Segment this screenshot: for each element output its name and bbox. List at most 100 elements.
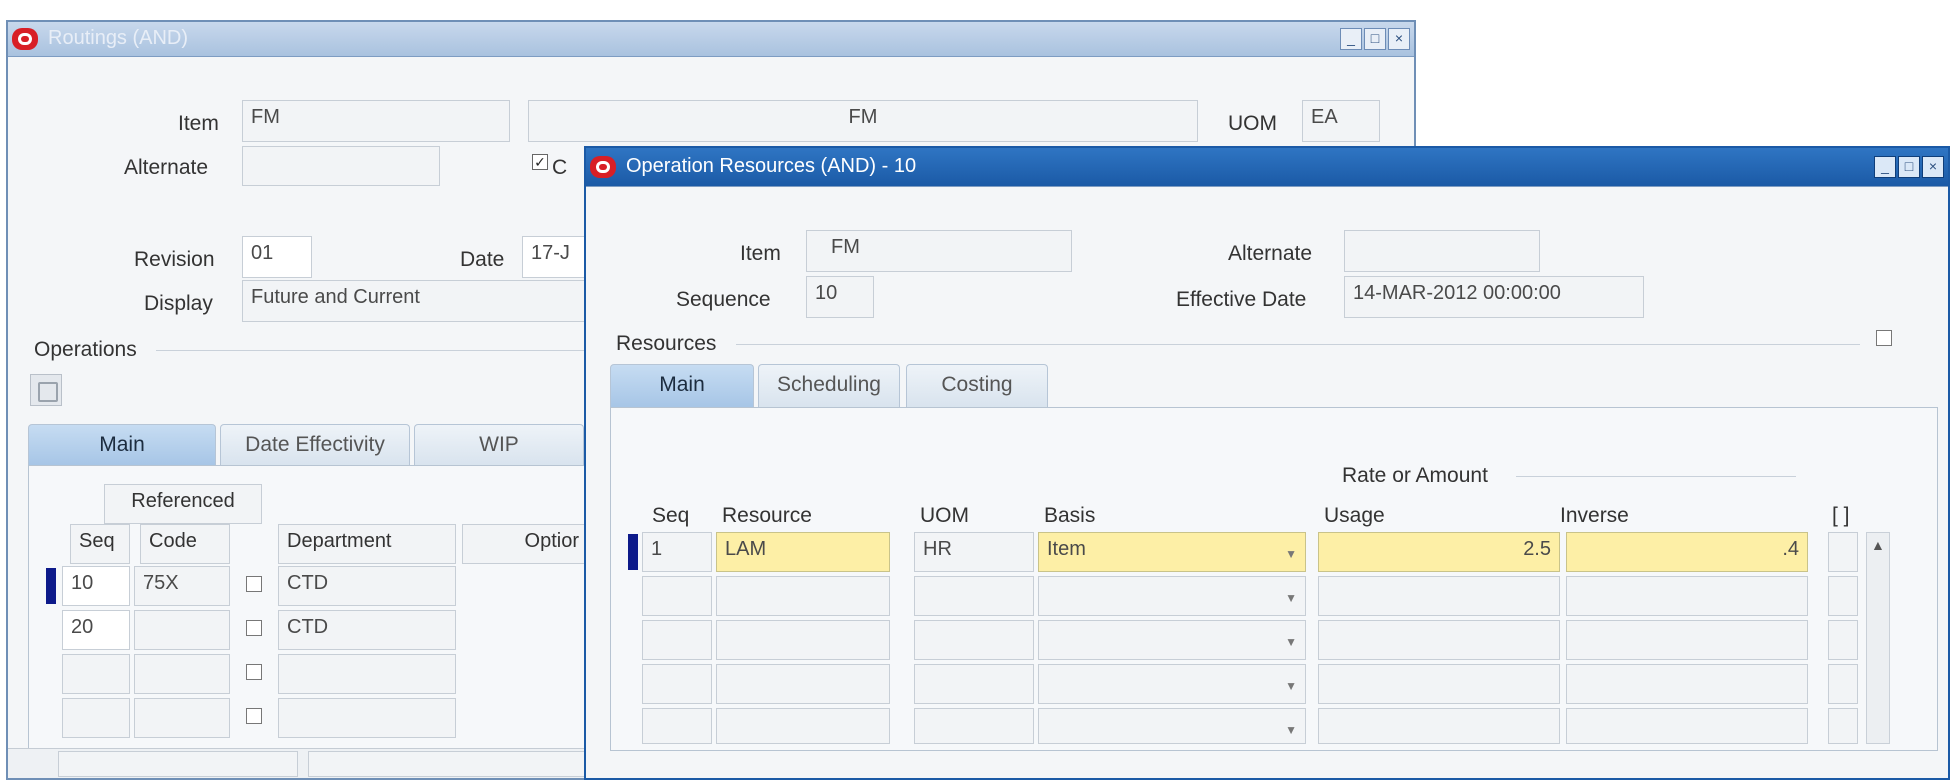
table-row-checkbox[interactable] [246, 576, 262, 592]
table-row-uom[interactable]: HR [914, 532, 1034, 572]
tab-scheduling[interactable]: Scheduling [758, 364, 900, 408]
tab-wip[interactable]: WIP [414, 424, 584, 466]
table-row-uom[interactable] [914, 576, 1034, 616]
table-row-usage[interactable] [1318, 620, 1560, 660]
table-row-basis[interactable]: ▼ [1038, 664, 1306, 704]
resources-label: Resources [616, 332, 717, 355]
table-row-seq[interactable]: 1 [642, 532, 712, 572]
table-row-basis[interactable]: ▼ [1038, 620, 1306, 660]
table-row-inverse[interactable] [1566, 708, 1808, 744]
display-field[interactable]: Future and Current [242, 280, 592, 322]
effective-date-field[interactable]: 14-MAR-2012 00:00:00 [1344, 276, 1644, 318]
col-inverse-header: Inverse [1560, 504, 1629, 527]
col-usage-header: Usage [1324, 504, 1385, 527]
table-row-checkbox[interactable] [246, 620, 262, 636]
tab-costing[interactable]: Costing [906, 364, 1048, 408]
folder-tool-button[interactable] [30, 374, 62, 406]
table-row-resource[interactable] [716, 620, 890, 660]
table-row-resource[interactable] [716, 664, 890, 704]
table-row-uom[interactable] [914, 620, 1034, 660]
table-row-usage[interactable] [1318, 708, 1560, 744]
table-row-extra[interactable] [1828, 576, 1858, 616]
revision-field[interactable]: 01 [242, 236, 312, 278]
col-extra-header: [ ] [1832, 504, 1850, 527]
table-row-checkbox[interactable] [246, 708, 262, 724]
sequence-field[interactable]: 10 [806, 276, 874, 318]
table-row-inverse[interactable] [1566, 620, 1808, 660]
table-row-usage[interactable]: 2.5 [1318, 532, 1560, 572]
table-row-code[interactable] [134, 610, 230, 650]
table-row-code[interactable] [134, 698, 230, 738]
operations-label: Operations [34, 338, 137, 361]
routings-titlebar[interactable]: Routings (AND) _ □ × [8, 22, 1414, 57]
table-row-basis[interactable]: Item ▼ [1038, 532, 1306, 572]
rate-separator [1516, 476, 1796, 477]
table-row-seq[interactable] [642, 620, 712, 660]
rate-or-amount-label: Rate or Amount [1342, 464, 1488, 487]
table-row-resource[interactable] [716, 708, 890, 744]
table-row-extra[interactable] [1828, 620, 1858, 660]
table-row-department[interactable] [278, 698, 456, 738]
front-item-field[interactable]: FM [806, 230, 1072, 272]
alternate-field[interactable] [242, 146, 440, 186]
vertical-scrollbar[interactable]: ▲ [1866, 532, 1890, 744]
table-row-usage[interactable] [1318, 576, 1560, 616]
table-row-uom[interactable] [914, 708, 1034, 744]
close-icon[interactable]: × [1388, 28, 1410, 50]
maximize-icon[interactable]: □ [1898, 156, 1920, 178]
chevron-down-icon[interactable]: ▼ [1285, 591, 1297, 605]
table-row-inverse[interactable] [1566, 576, 1808, 616]
table-row-seq[interactable] [642, 708, 712, 744]
table-row-department[interactable]: CTD [278, 610, 456, 650]
table-row-department[interactable] [278, 654, 456, 694]
date-field[interactable]: 17-J [522, 236, 592, 278]
table-row-seq[interactable] [642, 664, 712, 704]
common-label: C [552, 156, 568, 179]
uom-field[interactable]: EA [1302, 100, 1380, 142]
table-row-checkbox[interactable] [246, 664, 262, 680]
table-row-usage[interactable] [1318, 664, 1560, 704]
front-item-label: Item [740, 242, 781, 265]
tab-date-effectivity[interactable]: Date Effectivity [220, 424, 410, 466]
current-record-marker [628, 534, 638, 570]
table-row-code[interactable]: 75X [134, 566, 230, 606]
table-row-seq[interactable]: 10 [62, 566, 130, 606]
table-row-basis[interactable]: ▼ [1038, 576, 1306, 616]
table-row-department[interactable]: CTD [278, 566, 456, 606]
table-row-resource[interactable] [716, 576, 890, 616]
common-checkbox[interactable]: ✓ [532, 154, 548, 170]
minimize-icon[interactable]: _ [1340, 28, 1362, 50]
table-row-inverse[interactable]: .4 [1566, 532, 1808, 572]
table-row-seq[interactable] [642, 576, 712, 616]
table-row-extra[interactable] [1828, 664, 1858, 704]
table-row-uom[interactable] [914, 664, 1034, 704]
front-alternate-field[interactable] [1344, 230, 1540, 272]
table-row-extra[interactable] [1828, 532, 1858, 572]
minimize-icon[interactable]: _ [1874, 156, 1896, 178]
table-row-code[interactable] [134, 654, 230, 694]
revision-label: Revision [134, 248, 215, 271]
chevron-down-icon[interactable]: ▼ [1285, 635, 1297, 649]
table-row-seq[interactable] [62, 698, 130, 738]
table-row-resource[interactable]: LAM [716, 532, 890, 572]
tab-main[interactable]: Main [28, 424, 216, 466]
tab-main[interactable]: Main [610, 364, 754, 408]
operation-resources-titlebar[interactable]: Operation Resources (AND) - 10 _ □ × [586, 148, 1948, 187]
close-icon[interactable]: × [1922, 156, 1944, 178]
table-row-inverse[interactable] [1566, 664, 1808, 704]
front-alternate-label: Alternate [1228, 242, 1313, 265]
table-row-seq[interactable] [62, 654, 130, 694]
item-description-field[interactable]: FM [528, 100, 1198, 142]
date-label: Date [460, 248, 505, 271]
item-field[interactable]: FM [242, 100, 510, 142]
resources-checkbox[interactable] [1876, 330, 1892, 346]
maximize-icon[interactable]: □ [1364, 28, 1386, 50]
chevron-down-icon[interactable]: ▼ [1285, 723, 1297, 737]
chevron-down-icon[interactable]: ▼ [1285, 679, 1297, 693]
table-row-basis[interactable]: ▼ [1038, 708, 1306, 744]
scroll-up-icon[interactable]: ▲ [1871, 537, 1885, 553]
table-row-seq[interactable]: 20 [62, 610, 130, 650]
table-row-extra[interactable] [1828, 708, 1858, 744]
item-label: Item [178, 112, 219, 135]
chevron-down-icon[interactable]: ▼ [1285, 547, 1297, 561]
